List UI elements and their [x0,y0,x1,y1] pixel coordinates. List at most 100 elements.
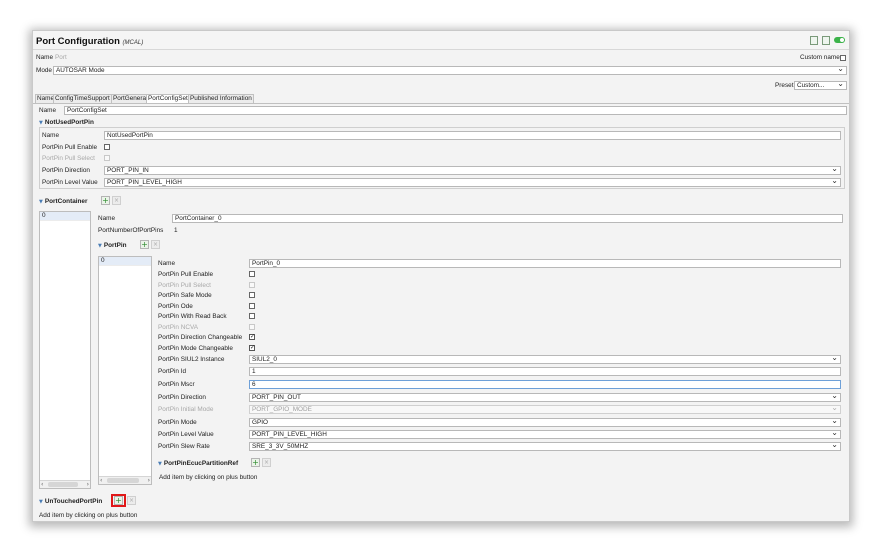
pin-safe-mode-label: PortPin Safe Mode [158,292,212,299]
custom-name-label: Custom name [800,54,840,61]
portpin-remove-button[interactable]: × [151,240,160,249]
notused-pull-select-label: PortPin Pull Select [42,155,95,162]
pin-slew-label: PortPin Slew Rate [158,443,210,450]
pin-direction-select[interactable]: PORT_PIN_OUT [249,393,841,402]
portcontainer-list: 0 ‹ › [39,211,91,489]
pin-dir-changeable-checkbox[interactable] [249,333,255,340]
tab-divider [33,103,849,104]
pin-ode-checkbox[interactable] [249,303,255,309]
container-name-label: Name [98,215,116,222]
save-icon[interactable] [822,36,830,45]
pin-name-label: Name [158,260,176,267]
pin-ncva-checkbox [249,324,255,330]
scroll-thumb[interactable] [48,482,78,487]
collapse-caret-icon[interactable]: ▼ [39,199,43,205]
pin-read-back-label: PortPin With Read Back [158,313,227,320]
portcontainer-scrollbar[interactable]: ‹ › [40,480,90,488]
portpin-title: PortPin [103,242,127,249]
list-item[interactable]: 0 [99,257,151,266]
pin-safe-mode-checkbox[interactable] [249,292,255,298]
portpin-list: 0 ‹ › [98,256,152,485]
untouchedportpin-title: UnTouchedPortPin [44,498,103,505]
ecuc-add-hint: Add item by clicking on plus button [159,474,258,481]
list-item[interactable]: 0 [40,212,90,221]
pin-ncva-label: PortPin NCVA [158,324,199,331]
notused-pull-enable-label: PortPin Pull Enable [42,144,98,151]
pin-level-select[interactable]: PORT_PIN_LEVEL_HIGH [249,430,841,439]
pin-direction-label: PortPin Direction [158,394,206,401]
enable-toggle[interactable] [834,37,845,43]
notusedportpin-title: NotUsedPortPin [44,119,94,126]
pin-mode-select[interactable]: GPIO [249,418,841,427]
preset-select[interactable]: Custom... [794,81,847,90]
document-icon[interactable] [810,36,818,45]
portpin-add-button[interactable]: + [140,240,149,249]
portcontainer-header[interactable]: ▼ PortContainer [39,198,87,205]
ecuc-partition-title: PortPinEcucPartitionRef [163,460,239,467]
notused-level-select[interactable]: PORT_PIN_LEVEL_HIGH [104,178,841,187]
scroll-thumb[interactable] [107,478,139,483]
notused-pull-select-checkbox [104,155,110,161]
ecuc-partition-header[interactable]: ▼ PortPinEcucPartitionRef [158,460,238,467]
pin-mscr-label: PortPin Mscr [158,381,195,388]
pin-mode-label: PortPin Mode [158,419,197,426]
title-bar: Port Configuration (MCAL) [33,31,849,50]
ecuc-add-button[interactable]: + [251,458,260,467]
pin-pull-select-checkbox [249,282,255,288]
port-configuration-panel: Port Configuration (MCAL) Name Port Cust… [32,30,850,522]
pin-mode-changeable-checkbox[interactable] [249,344,255,351]
notused-name-label: Name [42,132,60,139]
pin-siul2-select[interactable]: SIUL2_0 [249,355,841,364]
name-value: Port [55,54,67,61]
pin-id-label: PortPin Id [158,368,187,375]
scroll-right-icon[interactable]: › [148,477,150,484]
portpin-scrollbar[interactable]: ‹ › [99,476,151,484]
pin-pull-enable-label: PortPin Pull Enable [158,271,214,278]
collapse-caret-icon[interactable]: ▼ [39,120,43,126]
configset-name-label: Name [39,107,57,114]
pin-mscr-field[interactable]: 6 [249,380,841,389]
notused-direction-label: PortPin Direction [42,167,90,174]
pin-mode-changeable-label: PortPin Mode Changeable [158,345,233,352]
scroll-left-icon[interactable]: ‹ [41,481,43,488]
pin-siul2-label: PortPin SIUL2 Instance [158,356,225,363]
notused-direction-select[interactable]: PORT_PIN_IN [104,166,841,175]
pin-id-field[interactable]: 1 [249,367,841,376]
untouched-remove-button[interactable]: × [127,496,136,505]
pin-name-field[interactable]: PortPin_0 [249,259,841,268]
collapse-caret-icon[interactable]: ▼ [158,461,162,467]
untouchedportpin-header[interactable]: ▼ UnTouchedPortPin [39,498,102,505]
scroll-left-icon[interactable]: ‹ [100,477,102,484]
notused-level-label: PortPin Level Value [42,179,98,186]
configset-name-field[interactable]: PortConfigSet [64,106,847,115]
pin-pull-enable-checkbox[interactable] [249,271,255,277]
scroll-right-icon[interactable]: › [87,481,89,488]
pin-read-back-checkbox[interactable] [249,313,255,319]
notused-name-field[interactable]: NotUsedPortPin [104,131,841,140]
pin-initial-mode-select: PORT_GPIO_MODE [249,405,841,414]
mode-select[interactable]: AUTOSAR Mode [53,66,847,75]
portcontainer-add-button[interactable]: + [101,196,110,205]
pin-pull-select-label: PortPin Pull Select [158,282,211,289]
name-label: Name [36,54,54,61]
untouched-add-hint: Add item by clicking on plus button [39,512,138,519]
pin-slew-select[interactable]: SRE_3_3V_50MHZ [249,442,841,451]
portcontainer-title: PortContainer [44,198,88,205]
ecuc-remove-button[interactable]: × [262,458,271,467]
custom-name-checkbox[interactable] [840,55,846,61]
page-title: Port Configuration (MCAL) [36,36,143,47]
container-numpins-value: 1 [174,227,178,234]
collapse-caret-icon[interactable]: ▼ [98,243,102,249]
pin-ode-label: PortPin Ode [158,303,193,310]
untouched-add-button[interactable]: + [114,496,123,505]
mode-label: Mode [36,67,52,74]
collapse-caret-icon[interactable]: ▼ [39,499,43,505]
notusedportpin-header[interactable]: ▼ NotUsedPortPin [39,119,94,126]
portcontainer-remove-button[interactable]: × [112,196,121,205]
notused-pull-enable-checkbox[interactable] [104,144,110,150]
preset-label: Preset [775,82,794,89]
container-name-field[interactable]: PortContainer_0 [172,214,843,223]
portpin-header[interactable]: ▼ PortPin [98,242,127,249]
pin-dir-changeable-label: PortPin Direction Changeable [158,334,243,341]
title-subtitle: (MCAL) [122,40,144,46]
